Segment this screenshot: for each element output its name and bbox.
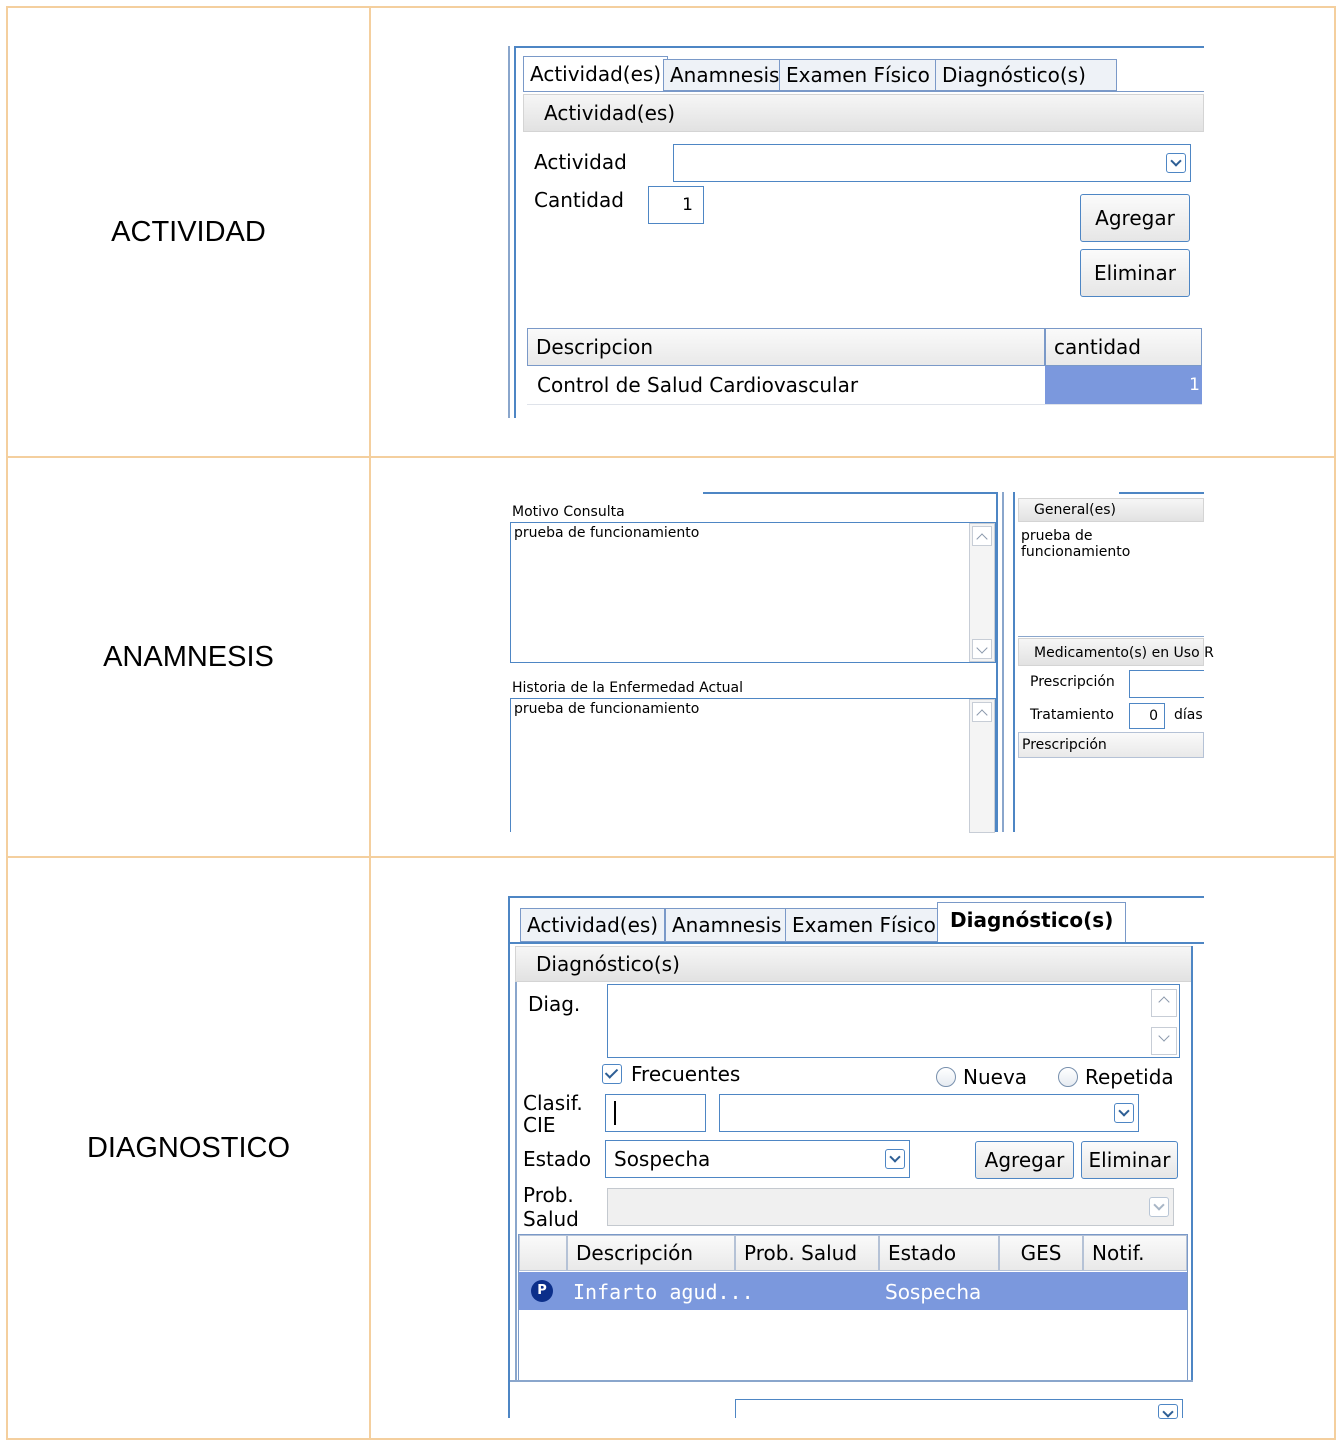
clasif-label: Clasif. CIE [523,1091,583,1137]
motivo-text: prueba de funcionamiento [514,525,700,541]
tab-anamnesis[interactable]: Anamnesis [663,59,787,91]
prescripcion-label: Prescripción [1030,674,1115,690]
scroll-up-icon[interactable] [972,702,992,722]
actividad-dropdown[interactable] [673,144,1191,182]
chevron-down-icon[interactable] [885,1149,905,1169]
dias-label: días [1174,707,1203,723]
col-header-ges[interactable]: GES [999,1235,1083,1271]
row-estado: Sospecha [885,1280,982,1304]
historia-scrollbar[interactable] [969,699,995,833]
actividad-label: Actividad [534,150,627,174]
diagnostico-table: Descripción Prob. Salud Estado GES Notif… [518,1234,1188,1382]
clasif-desc-dropdown[interactable] [719,1094,1139,1132]
col-header-estado[interactable]: Estado [879,1235,999,1271]
chevron-down-icon[interactable] [1158,1404,1178,1419]
anamnesis-screenshot-cell: Motivo Consulta prueba de funcionamiento… [369,456,1336,858]
diag-label: Diag. [528,992,581,1016]
tab-anamnesis[interactable]: Anamnesis [665,908,789,942]
section-header-diagnostico: Diagnóstico(s) [515,946,1193,982]
eliminar-button[interactable]: Eliminar [1081,1141,1178,1179]
tratamiento-input[interactable]: 0 [1129,703,1165,729]
frecuentes-label: Frecuentes [631,1062,741,1086]
col-header-icon[interactable] [519,1235,567,1271]
tab-examen-fisico[interactable]: Examen Físico [779,59,937,91]
nueva-radio[interactable] [936,1067,956,1087]
agregar-button[interactable]: Agregar [975,1141,1074,1179]
chevron-down-icon[interactable] [1114,1103,1134,1123]
scroll-down-icon[interactable] [1151,1027,1177,1055]
tab-actividad[interactable]: Actividad(es) [523,56,669,92]
tab-examen-fisico[interactable]: Examen Físico [785,908,943,942]
cantidad-label: Cantidad [534,188,624,212]
col-header-cantidad[interactable]: cantidad [1045,328,1202,366]
clasif-code-input[interactable] [605,1094,706,1132]
section-title: Actividad(es) [544,101,676,125]
tab-actividad[interactable]: Actividad(es) [520,908,666,942]
prescripcion-input[interactable] [1129,670,1204,698]
table-row[interactable]: Control de Salud Cardiovascular 1 [527,366,1202,404]
chevron-down-icon[interactable] [1166,153,1186,173]
col-header-descripcion[interactable]: Descripción [567,1235,735,1271]
historia-textarea[interactable]: prueba de funcionamiento [510,698,996,833]
row-label-actividad: ACTIVIDAD [6,6,371,458]
row-descripcion: Control de Salud Cardiovascular [537,373,859,397]
frecuentes-checkbox[interactable] [602,1064,622,1084]
col-header-notif[interactable]: Notif. [1083,1235,1187,1271]
motivo-textarea[interactable]: prueba de funcionamiento [510,522,996,663]
diagnostico-window: Actividad(es) Anamnesis Examen Físico Di… [508,896,1204,1419]
medicamentos-header: Medicamento(s) en Uso R [1018,638,1214,666]
bottom-dropdown[interactable] [735,1399,1183,1419]
section-header-actividad: Actividad(es) [523,94,1204,132]
row-label-diagnostico: DIAGNOSTICO [6,856,371,1440]
tab-diagnostico[interactable]: Diagnóstico(s) [937,902,1127,944]
row-descripcion: Infarto agud... [573,1280,754,1304]
scroll-up-icon[interactable] [1151,989,1177,1017]
historia-label: Historia de la Enfermedad Actual [512,680,743,696]
diagnostico-screenshot-cell: Actividad(es) Anamnesis Examen Físico Di… [369,856,1336,1440]
nueva-label: Nueva [963,1065,1028,1089]
table-row[interactable]: P Infarto agud... Sospecha [519,1272,1187,1310]
estado-label: Estado [523,1147,592,1171]
actividad-window: Actividad(es) Anamnesis Examen Físico Di… [508,46,1204,418]
motivo-label: Motivo Consulta [512,504,625,520]
diag-textarea[interactable] [607,984,1180,1058]
motivo-scrollbar[interactable] [969,523,995,662]
scroll-up-icon[interactable] [972,526,992,546]
row-cantidad: 1 [1045,366,1202,404]
col-header-descripcion[interactable]: Descripcion [527,328,1045,366]
repetida-radio[interactable] [1058,1067,1078,1087]
general-header: General(es) [1018,498,1204,522]
col-header-prob-salud[interactable]: Prob. Salud [735,1235,879,1271]
general-text: prueba de funcionamiento [1021,528,1131,560]
document-table: ACTIVIDAD Actividad(es) Anamnesis Examen… [6,6,1336,1440]
estado-dropdown[interactable]: Sospecha [605,1140,910,1178]
prob-salud-dropdown[interactable] [607,1188,1174,1226]
chevron-down-icon[interactable] [1149,1197,1169,1217]
repetida-label: Repetida [1085,1065,1174,1089]
tratamiento-label: Tratamiento [1030,707,1114,723]
cantidad-input[interactable]: 1 [648,186,704,224]
eliminar-button[interactable]: Eliminar [1080,249,1190,297]
prescripcion-grid-header[interactable]: Prescripción [1018,732,1204,758]
historia-text: prueba de funcionamiento [514,701,700,717]
anamnesis-window: Motivo Consulta prueba de funcionamiento… [508,492,1214,833]
actividad-screenshot-cell: Actividad(es) Anamnesis Examen Físico Di… [369,6,1336,458]
prob-salud-label: Prob. Salud [523,1183,579,1231]
text-cursor [614,1101,616,1125]
scroll-down-icon[interactable] [972,639,992,659]
agregar-button[interactable]: Agregar [1080,194,1190,242]
row-label-anamnesis: ANAMNESIS [6,456,371,858]
status-p-icon: P [531,1280,553,1302]
tab-diagnostico[interactable]: Diagnóstico(s) [935,59,1117,91]
